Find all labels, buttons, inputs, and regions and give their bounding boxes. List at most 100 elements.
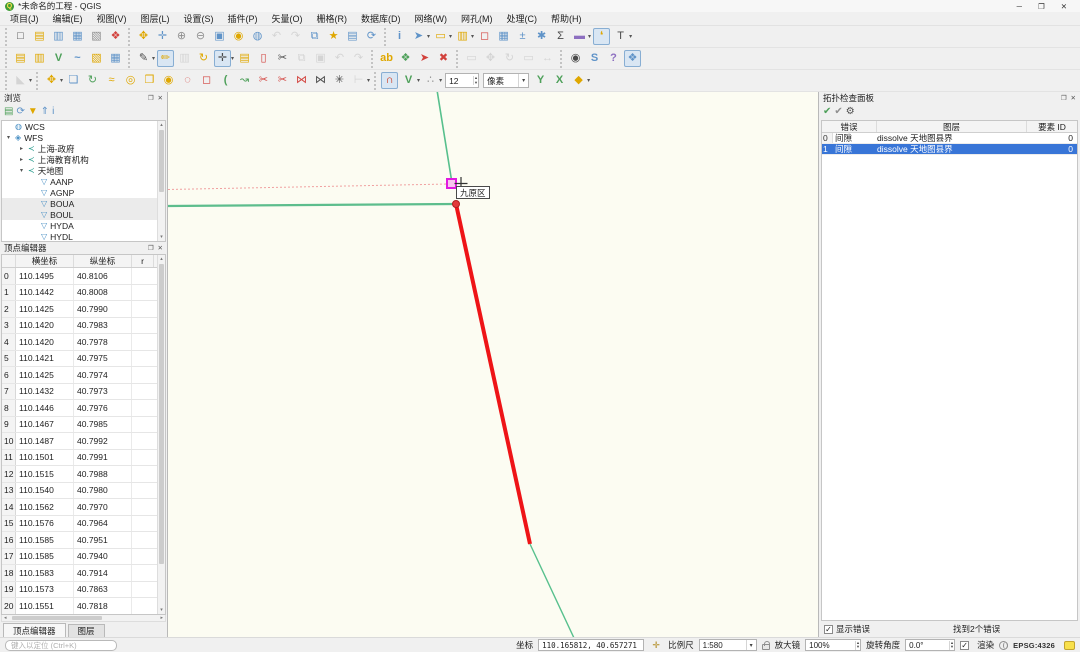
text-annotation-button[interactable]: T: [612, 28, 629, 45]
pan-map-button[interactable]: ✥: [135, 28, 152, 45]
vertex-x-cell[interactable]: 110.1487: [16, 433, 74, 449]
configure-button[interactable]: ⚙: [846, 107, 855, 117]
new-map-view-button[interactable]: ⧉: [306, 28, 323, 45]
vertex-row[interactable]: 11 110.1501 40.7991: [2, 449, 157, 466]
zoom-in-button[interactable]: ⊕: [173, 28, 190, 45]
chevron-down-icon[interactable]: ▾: [745, 640, 756, 650]
rotate-point-symbols-button[interactable]: ✳: [331, 72, 348, 89]
delete-part-button[interactable]: ◻: [198, 72, 215, 89]
new-virtual-layer-button[interactable]: V: [50, 50, 67, 67]
enable-cad-tools-dropdown[interactable]: ▾: [29, 77, 32, 84]
vertex-r-cell[interactable]: [132, 400, 154, 416]
scroll-left-icon[interactable]: ◂: [2, 615, 9, 621]
split-features-button[interactable]: ✂: [274, 72, 291, 89]
add-line-feature-button[interactable]: ↻: [195, 50, 212, 67]
menu-item[interactable]: 帮助(H): [544, 11, 589, 26]
topology-float-button[interactable]: ❐: [1061, 94, 1067, 102]
vertex-row[interactable]: 7 110.1432 40.7973: [2, 383, 157, 400]
vertex-r-cell[interactable]: [132, 268, 154, 284]
messages-icon[interactable]: [1064, 640, 1075, 650]
move-label-button[interactable]: ✥: [482, 50, 499, 67]
merge-attributes-button[interactable]: ⋈: [312, 72, 329, 89]
browser-float-button[interactable]: ❐: [148, 94, 154, 102]
vertex-row[interactable]: 16 110.1585 40.7951: [2, 532, 157, 549]
snapping-tolerance[interactable]: 12 ▴ ▾: [445, 73, 480, 88]
vertex-x-cell[interactable]: 110.1432: [16, 383, 74, 399]
redo-button[interactable]: ↷: [350, 50, 367, 67]
vertex-x-cell[interactable]: 110.1551: [16, 598, 74, 614]
vertex-y-cell[interactable]: 40.7940: [74, 548, 132, 564]
snapping-tolerance-type-dropdown[interactable]: ▾: [439, 77, 442, 84]
vertex-hscrollbar[interactable]: ◂ ▸: [1, 615, 166, 622]
menu-item[interactable]: 图层(L): [134, 11, 177, 26]
browser-item[interactable]: ▽ AGNP: [2, 187, 165, 198]
scroll-down-icon[interactable]: ▾: [158, 233, 165, 241]
vertex-r-cell[interactable]: [132, 466, 154, 482]
vertex-row[interactable]: 20 110.1551 40.7818: [2, 598, 157, 614]
paste-features-button[interactable]: ▣: [312, 50, 329, 67]
topological-editing-button[interactable]: Y: [532, 72, 549, 89]
menu-item[interactable]: 栅格(R): [310, 11, 355, 26]
scale-combo[interactable]: 1:580 ▾: [698, 639, 757, 651]
menu-item[interactable]: 网孔(M): [454, 11, 500, 26]
zoom-to-layer-button[interactable]: ◍: [249, 28, 266, 45]
topology-column-header[interactable]: 错误: [822, 121, 877, 132]
browser-item[interactable]: ▸ ≺ 上海教育机构: [2, 154, 165, 165]
vertex-x-cell[interactable]: 110.1467: [16, 416, 74, 432]
vertex-x-cell[interactable]: 110.1576: [16, 515, 74, 531]
fill-ring-button[interactable]: ◉: [160, 72, 177, 89]
vertex-y-cell[interactable]: 40.7985: [74, 416, 132, 432]
vertex-x-cell[interactable]: 110.1425: [16, 301, 74, 317]
vertex-x-cell[interactable]: 110.1515: [16, 466, 74, 482]
vertex-r-cell[interactable]: [132, 285, 154, 301]
metasearch-button[interactable]: ◉: [567, 50, 584, 67]
vertex-column-header[interactable]: 横坐标: [16, 255, 74, 267]
rotate-feature-button[interactable]: ↻: [84, 72, 101, 89]
menu-item[interactable]: 编辑(E): [46, 11, 90, 26]
scroll-down-icon[interactable]: ▾: [158, 606, 165, 614]
new-print-layout-button[interactable]: ▧: [88, 28, 105, 45]
lock-scale-icon[interactable]: [761, 640, 770, 650]
vertex-r-cell[interactable]: [132, 301, 154, 317]
vertex-y-cell[interactable]: 40.7818: [74, 598, 132, 614]
avoid-overlap-dropdown[interactable]: ▾: [587, 77, 590, 84]
vertex-x-cell[interactable]: 110.1425: [16, 367, 74, 383]
style-manager-button[interactable]: ❖: [107, 28, 124, 45]
undo-button[interactable]: ↶: [331, 50, 348, 67]
extent-icon[interactable]: ✛: [650, 639, 662, 651]
vertex-x-cell[interactable]: 110.1583: [16, 565, 74, 581]
scroll-right-icon[interactable]: ▸: [158, 615, 165, 621]
statistics-panel-button[interactable]: Σ: [552, 28, 569, 45]
vertex-r-cell[interactable]: [132, 367, 154, 383]
add-part-button[interactable]: ❒: [141, 72, 158, 89]
trim-extend-dropdown[interactable]: ▾: [367, 77, 370, 84]
collapse-all-button[interactable]: ⇑: [41, 107, 49, 117]
filter-browser-button[interactable]: ▼: [28, 107, 38, 117]
move-feature-dropdown[interactable]: ▾: [60, 77, 63, 84]
delete-ring-button[interactable]: ◌: [179, 72, 196, 89]
browser-scrollbar[interactable]: ▴ ▾: [157, 121, 165, 241]
vertex-x-cell[interactable]: 110.1562: [16, 499, 74, 515]
save-layer-edits-button[interactable]: ▥: [176, 50, 193, 67]
coordinate-input[interactable]: 110.165812, 40.657271: [538, 639, 645, 651]
deselect-features-button[interactable]: ◻: [476, 28, 493, 45]
vertex-row[interactable]: 10 110.1487 40.7992: [2, 433, 157, 450]
vertex-editor-close-button[interactable]: ✕: [158, 244, 163, 252]
change-label-properties-button[interactable]: ▭: [520, 50, 537, 67]
browser-close-button[interactable]: ✕: [158, 94, 163, 102]
vertex-y-cell[interactable]: 40.7914: [74, 565, 132, 581]
vertex-r-cell[interactable]: [132, 483, 154, 499]
tab-vertex-editor[interactable]: 顶点编辑器: [3, 623, 66, 637]
snapping-mode-button[interactable]: V: [400, 72, 417, 89]
vertex-y-cell[interactable]: 40.7983: [74, 317, 132, 333]
vertex-r-cell[interactable]: [132, 450, 154, 466]
vertex-y-cell[interactable]: 40.7975: [74, 350, 132, 366]
expander-icon[interactable]: ▸: [18, 145, 25, 152]
trim-extend-button[interactable]: ⊢: [350, 72, 367, 89]
vertex-y-cell[interactable]: 40.7978: [74, 334, 132, 350]
vertex-x-cell[interactable]: 110.1585: [16, 548, 74, 564]
add-selected-layers-button[interactable]: ▤: [4, 107, 13, 117]
copy-and-move-feature-button[interactable]: ❏: [65, 72, 82, 89]
enable-cad-tools-button[interactable]: ◣: [12, 72, 29, 89]
minimize-button[interactable]: ─: [1017, 2, 1022, 11]
